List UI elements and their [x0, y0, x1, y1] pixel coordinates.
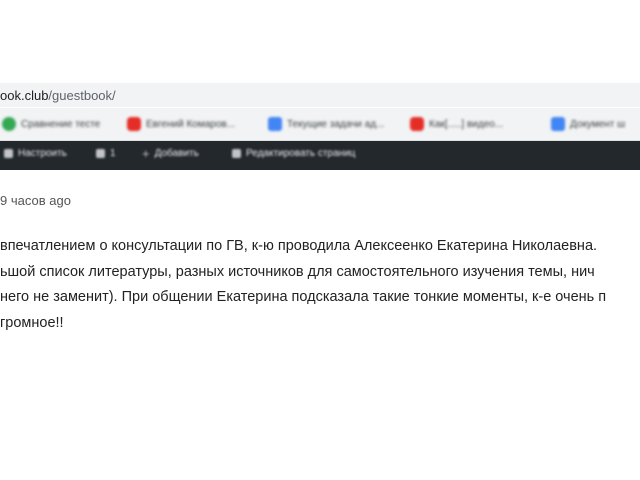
- comment-line: него не заменит). При общении Екатерина …: [0, 289, 607, 305]
- bookmark-label: Документ ш: [570, 118, 626, 130]
- edit-page-button[interactable]: Редактировать страниц: [232, 148, 355, 159]
- youtube-icon: [127, 117, 141, 131]
- post-timestamp: 9 часов ago: [0, 193, 71, 208]
- bookmark-item[interactable]: Текущие задачи ад...: [268, 115, 384, 133]
- bookmark-item[interactable]: Документ ш: [551, 115, 625, 133]
- comments-count: 1: [110, 148, 116, 159]
- url-path: /guestbook/: [48, 88, 116, 103]
- add-label: Добавить: [154, 148, 199, 159]
- bookmark-item[interactable]: Как[.....] видео...: [410, 115, 503, 133]
- customize-button[interactable]: Настроить: [4, 148, 67, 159]
- bookmark-label: Текущие задачи ад...: [287, 118, 385, 130]
- plus-icon: +: [142, 146, 150, 161]
- google-docs-icon: [268, 117, 282, 131]
- wp-admin-bar: Настроить 1 + Добавить Редактировать стр…: [0, 141, 640, 170]
- pencil-icon: [232, 149, 241, 158]
- comment-line: впечатлением о консультации по ГВ, к-ю п…: [0, 238, 598, 254]
- edit-page-label: Редактировать страниц: [246, 148, 356, 159]
- bookmark-label: Евгений Комаров...: [146, 118, 236, 130]
- bookmark-item[interactable]: Евгений Комаров...: [127, 115, 235, 133]
- comments-button[interactable]: 1: [96, 148, 116, 159]
- comment-line: громное!!: [0, 314, 64, 331]
- brush-icon: [4, 149, 13, 158]
- bookmarks-bar: Сравнение тесте Евгений Комаров... Текущ…: [0, 108, 640, 141]
- bookmark-label: Сравнение тесте: [21, 118, 101, 130]
- green-circle-icon: [2, 117, 16, 131]
- youtube-icon: [410, 117, 424, 131]
- customize-label: Настроить: [18, 148, 67, 159]
- url-host: ook.club: [0, 88, 49, 103]
- comment-line: ьшой список литературы, разных источнико…: [0, 263, 595, 280]
- guestbook-entry-text: впечатлением о консультации по ГВ, к-ю п…: [0, 234, 640, 336]
- address-bar[interactable]: ook.club/guestbook/: [0, 83, 640, 107]
- add-new-button[interactable]: + Добавить: [142, 146, 199, 161]
- google-docs-icon: [551, 117, 565, 131]
- bookmark-label: Как[.....] видео...: [429, 118, 504, 130]
- url-text[interactable]: ook.club/guestbook/: [0, 88, 116, 103]
- comment-bubble-icon: [96, 149, 105, 158]
- bookmark-item[interactable]: Сравнение тесте: [2, 115, 100, 133]
